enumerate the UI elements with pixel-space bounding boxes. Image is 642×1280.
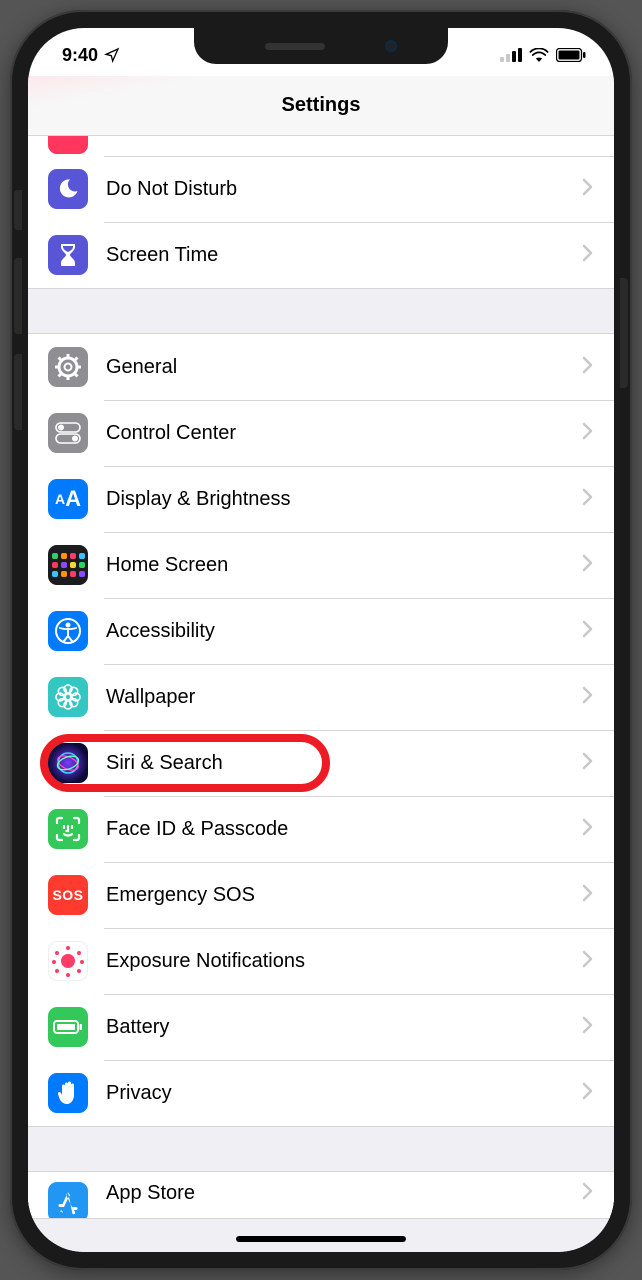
settings-row-control[interactable]: Control Center — [28, 400, 614, 466]
page-title: Settings — [282, 94, 361, 117]
row-label: Privacy — [106, 1082, 582, 1105]
settings-row-dnd[interactable]: Do Not Disturb — [28, 156, 614, 222]
settings-row-exposure[interactable]: Exposure Notifications — [28, 928, 614, 994]
settings-row-sos[interactable]: SOS Emergency SOS — [28, 862, 614, 928]
settings-row-battery[interactable]: Battery — [28, 994, 614, 1060]
settings-row-privacy[interactable]: Privacy — [28, 1060, 614, 1126]
home-grid-icon — [48, 545, 88, 585]
settings-row-clipped-top[interactable] — [28, 136, 614, 156]
chevron-right-icon — [582, 178, 594, 201]
battery-icon — [48, 1007, 88, 1047]
settings-row-screentime[interactable]: Screen Time — [28, 222, 614, 288]
row-label: Control Center — [106, 422, 582, 445]
chevron-right-icon — [582, 686, 594, 709]
text-size-icon: AA — [48, 479, 88, 519]
chevron-right-icon — [582, 244, 594, 267]
row-label: Emergency SOS — [106, 884, 582, 907]
chevron-right-icon — [582, 422, 594, 445]
row-label: Face ID & Passcode — [106, 818, 582, 841]
phone-frame: 9:40 — [10, 10, 632, 1270]
status-time: 9:40 — [62, 45, 98, 66]
gear-icon — [48, 347, 88, 387]
sos-icon: SOS — [48, 875, 88, 915]
chevron-right-icon — [582, 950, 594, 973]
row-label: Do Not Disturb — [106, 178, 582, 201]
settings-row-display[interactable]: AA Display & Brightness — [28, 466, 614, 532]
volume-up-button — [14, 258, 22, 334]
row-label: Display & Brightness — [106, 488, 582, 511]
hourglass-icon — [48, 235, 88, 275]
mute-switch — [14, 190, 22, 230]
battery-icon — [556, 48, 586, 62]
home-indicator[interactable] — [236, 1236, 406, 1242]
siri-icon — [48, 743, 88, 783]
row-label: Wallpaper — [106, 686, 582, 709]
settings-row-home[interactable]: Home Screen — [28, 532, 614, 598]
row-label: App Store — [106, 1182, 582, 1205]
row-label: General — [106, 356, 582, 379]
exposure-icon — [48, 941, 88, 981]
chevron-right-icon — [582, 884, 594, 907]
screen: 9:40 — [28, 28, 614, 1252]
settings-row-access[interactable]: Accessibility — [28, 598, 614, 664]
nav-header: Settings — [28, 76, 614, 136]
settings-row-siri[interactable]: Siri & Search — [28, 730, 614, 796]
moon-icon — [48, 169, 88, 209]
chevron-right-icon — [582, 1082, 594, 1105]
hand-icon — [48, 1073, 88, 1113]
flower-icon — [48, 677, 88, 717]
chevron-right-icon — [582, 620, 594, 643]
row-label: Accessibility — [106, 620, 582, 643]
row-label: Battery — [106, 1016, 582, 1039]
row-label: Home Screen — [106, 554, 582, 577]
power-button — [620, 278, 628, 388]
row-label: Screen Time — [106, 244, 582, 267]
chevron-right-icon — [582, 554, 594, 577]
settings-row-appstore[interactable]: App Store — [28, 1172, 614, 1218]
chevron-right-icon — [582, 752, 594, 775]
switches-icon — [48, 413, 88, 453]
settings-list[interactable]: Do Not Disturb Screen Time — [28, 136, 614, 1252]
sounds-icon — [48, 136, 88, 154]
appstore-icon — [48, 1182, 88, 1218]
accessibility-icon — [48, 611, 88, 651]
row-label: Siri & Search — [106, 752, 582, 775]
faceid-icon — [48, 809, 88, 849]
chevron-right-icon — [582, 818, 594, 841]
wifi-icon — [529, 48, 549, 62]
settings-row-general[interactable]: General — [28, 334, 614, 400]
volume-down-button — [14, 354, 22, 430]
chevron-right-icon — [582, 1016, 594, 1039]
row-label: Exposure Notifications — [106, 950, 582, 973]
chevron-right-icon — [582, 1182, 594, 1205]
location-icon — [104, 47, 120, 63]
settings-row-faceid[interactable]: Face ID & Passcode — [28, 796, 614, 862]
cellular-icon — [500, 48, 522, 62]
chevron-right-icon — [582, 488, 594, 511]
settings-row-wallpaper[interactable]: Wallpaper — [28, 664, 614, 730]
chevron-right-icon — [582, 356, 594, 379]
status-bar: 9:40 — [28, 28, 614, 76]
